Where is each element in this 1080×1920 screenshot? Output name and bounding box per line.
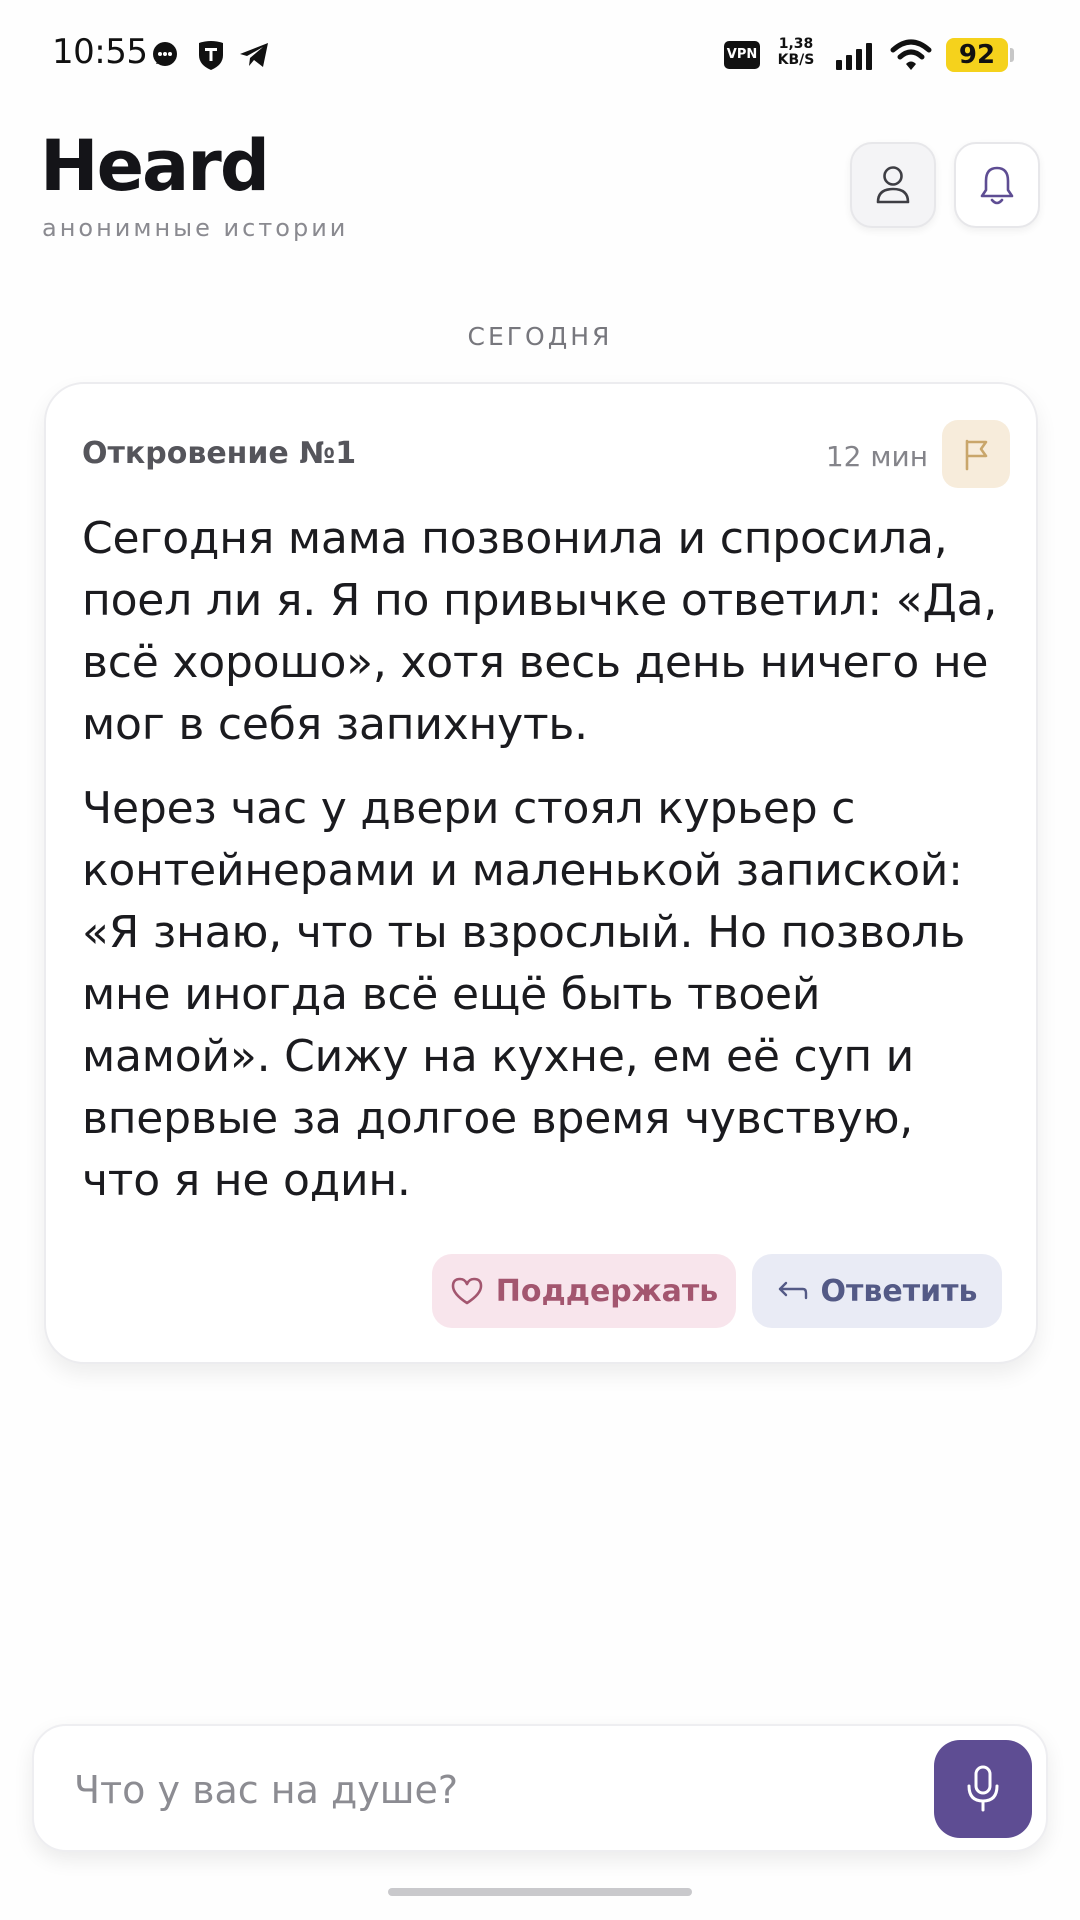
story-time: 12 мин bbox=[825, 440, 928, 473]
home-indicator[interactable] bbox=[388, 1888, 692, 1896]
profile-button[interactable] bbox=[850, 142, 936, 228]
flag-icon bbox=[965, 439, 988, 471]
story-paragraph: Через час у двери стоял курьер с контейн… bbox=[82, 783, 966, 1206]
heart-icon bbox=[451, 1277, 483, 1305]
reply-arrow-icon bbox=[778, 1281, 807, 1300]
wifi-icon bbox=[890, 39, 932, 70]
support-button[interactable]: Поддержать bbox=[432, 1254, 736, 1328]
user-icon bbox=[876, 166, 910, 204]
network-speed-value: 1,38 bbox=[778, 36, 814, 52]
reply-button[interactable]: Ответить bbox=[752, 1254, 1002, 1328]
story-body: Сегодня мама позвонила и спросила, поел … bbox=[82, 508, 1002, 1234]
battery-indicator: 92 bbox=[946, 38, 1008, 72]
report-button[interactable] bbox=[942, 420, 1010, 488]
shield-t-icon bbox=[199, 41, 223, 70]
network-speed-unit: KB/S bbox=[777, 52, 815, 68]
story-card: Откровение №1 12 мин Сегодня мама позвон… bbox=[44, 382, 1038, 1364]
notifications-button[interactable] bbox=[954, 142, 1040, 228]
status-bar: 10:55 VPN 1,38 KB/S 92 bbox=[0, 0, 1080, 112]
status-time: 10:55 bbox=[52, 32, 148, 72]
support-label: Поддержать bbox=[495, 1273, 719, 1309]
app-screen: 10:55 VPN 1,38 KB/S 92 Heard анонимные и… bbox=[0, 0, 1080, 1920]
composer bbox=[32, 1724, 1048, 1852]
story-title: Откровение №1 bbox=[82, 436, 357, 471]
date-divider: СЕГОДНЯ bbox=[467, 322, 613, 351]
story-paragraph: Сегодня мама позвонила и спросила, поел … bbox=[82, 513, 998, 750]
reply-label: Ответить bbox=[820, 1273, 978, 1309]
telegram-icon bbox=[240, 43, 268, 67]
bell-icon bbox=[980, 166, 1014, 205]
chat-bubble-icon bbox=[153, 42, 177, 66]
network-speed: 1,38 KB/S bbox=[774, 36, 818, 68]
vpn-badge: VPN bbox=[724, 41, 760, 69]
app-subtitle: анонимные истории bbox=[42, 214, 349, 242]
battery-tip bbox=[1010, 48, 1014, 62]
story-input[interactable] bbox=[74, 1762, 894, 1818]
signal-icon bbox=[836, 43, 872, 70]
app-title: Heard bbox=[40, 125, 270, 207]
voice-input-button[interactable] bbox=[934, 1740, 1032, 1838]
microphone-icon bbox=[967, 1765, 999, 1812]
